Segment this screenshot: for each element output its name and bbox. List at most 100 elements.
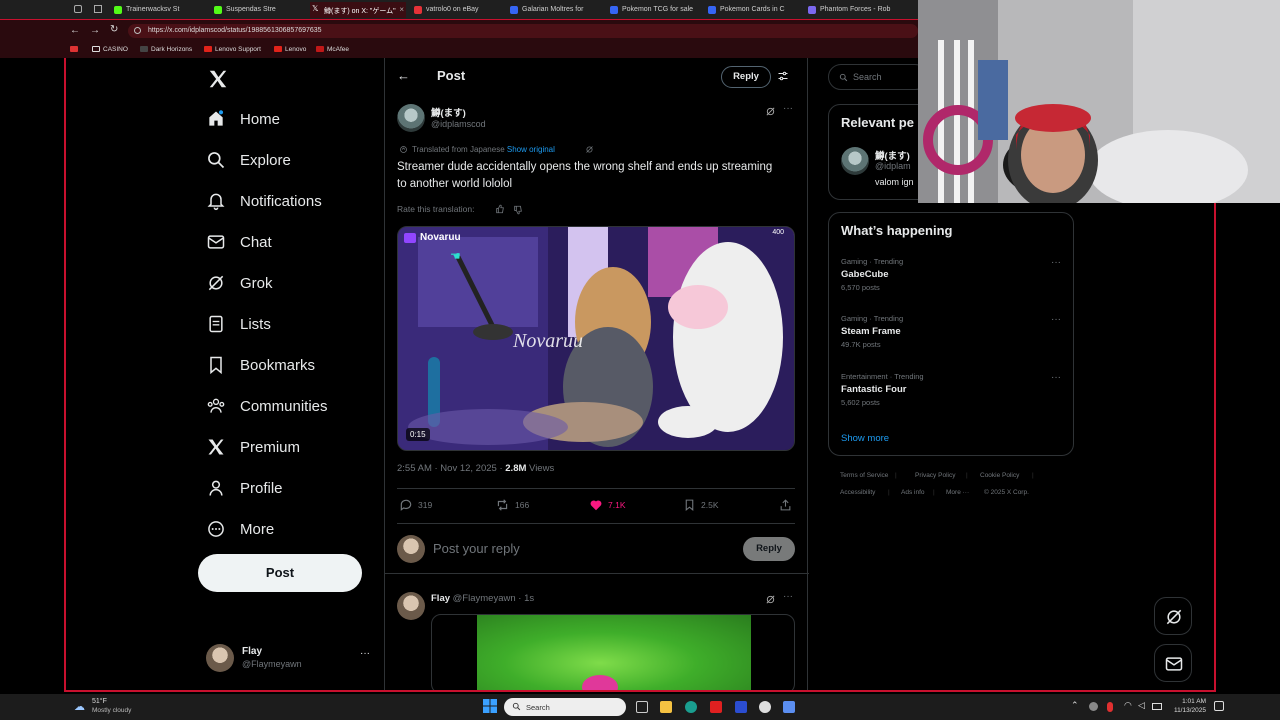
site-info-icon[interactable] — [134, 27, 141, 34]
footer-link[interactable]: Accessibility — [840, 489, 875, 496]
more-dots-icon[interactable]: ··· — [360, 648, 370, 659]
reply-header-button[interactable]: Reply — [721, 66, 771, 88]
trend-item[interactable]: Entertainment · Trending Fantastic Four … — [841, 372, 1067, 407]
reply-avatar[interactable] — [397, 592, 425, 620]
nav-premium[interactable]: Premium — [206, 430, 300, 464]
author-name[interactable]: 鱒(ます) — [431, 105, 466, 119]
more-dots-icon[interactable]: ··· — [1051, 372, 1061, 383]
nav-chat[interactable]: Chat — [206, 225, 272, 259]
thumbs-down-icon[interactable] — [513, 205, 523, 215]
youtube-icon[interactable] — [710, 701, 722, 713]
back-arrow-icon[interactable]: ← — [397, 68, 410, 83]
more-dots-icon[interactable]: ··· — [783, 591, 793, 602]
workspaces-icon[interactable] — [74, 5, 82, 13]
tab-0[interactable]: Trainerwacksv St — [112, 2, 194, 18]
reply-submit-button[interactable]: Reply — [743, 537, 795, 561]
tab-3[interactable]: vatrolo0 on eBay — [412, 2, 502, 18]
bookmark-icon[interactable] — [70, 46, 78, 52]
tab-4[interactable]: Galarian Moltres for — [508, 2, 602, 18]
grok-icon[interactable] — [765, 594, 776, 605]
account-switcher[interactable]: Flay @Flaymeyawn ··· — [206, 642, 376, 676]
close-icon[interactable]: × — [399, 5, 404, 14]
nav-bookmarks[interactable]: Bookmarks — [206, 348, 315, 382]
bookmark-mcafee[interactable]: McAfee — [316, 46, 349, 53]
weather-desc[interactable]: Mostly cloudy — [92, 707, 131, 714]
grok-icon[interactable] — [765, 106, 776, 117]
chevron-up-icon[interactable]: ⌃ — [1071, 700, 1079, 711]
post-time[interactable]: 2:55 AM · Nov 12, 2025 — [397, 463, 497, 474]
notification-icon[interactable] — [1214, 701, 1224, 711]
volume-icon[interactable]: ◁ — [1138, 700, 1145, 711]
bookmark-action[interactable]: 2.5K — [683, 498, 719, 512]
tab-1[interactable]: Suspendas Stre — [212, 2, 296, 18]
reload-icon[interactable]: ↻ — [110, 24, 118, 35]
clock-time[interactable]: 1:01 AM — [1174, 698, 1206, 705]
clock-date[interactable]: 11/13/2025 — [1170, 707, 1206, 714]
footer-link[interactable]: Ads info — [901, 489, 925, 496]
relevant-avatar[interactable] — [841, 147, 869, 175]
messages-floating-button[interactable] — [1154, 644, 1192, 682]
more-dots-icon[interactable]: ··· — [1051, 314, 1061, 325]
tab-7[interactable]: Phantom Forces - Rob — [806, 2, 902, 18]
bookmark-dark-horizons[interactable]: Dark Horizons — [140, 46, 192, 53]
grok-floating-button[interactable] — [1154, 597, 1192, 635]
battery-icon[interactable] — [1152, 703, 1162, 710]
app-icon[interactable] — [783, 701, 795, 713]
footer-link[interactable]: Privacy Policy — [915, 472, 955, 479]
reply-action[interactable]: 319 — [399, 498, 432, 512]
footer-link[interactable]: Terms of Service — [840, 472, 888, 479]
like-action[interactable]: 7.1K — [589, 498, 626, 512]
relevant-handle[interactable]: @idplam — [875, 161, 911, 171]
share-icon[interactable] — [779, 498, 792, 512]
thumbs-up-icon[interactable] — [495, 204, 505, 214]
author-handle[interactable]: @idplamscod — [431, 119, 486, 129]
forward-arrow-icon[interactable]: → — [90, 25, 100, 36]
nav-lists[interactable]: Lists — [206, 307, 271, 341]
relevant-name[interactable]: 鱒(ます) — [875, 148, 910, 162]
tab-5[interactable]: Pokemon TCG for sale — [608, 2, 700, 18]
show-original-link[interactable]: Show original — [507, 145, 555, 154]
tab-2-active[interactable]: 𝕏 鱒(ます) on X: "ゲーム" × — [310, 2, 406, 18]
reply-media[interactable] — [431, 614, 795, 690]
reply-author-handle[interactable]: @Flaymeyawn — [453, 593, 516, 604]
nav-more[interactable]: More — [206, 512, 274, 546]
taskbar-search[interactable]: Search — [504, 698, 626, 716]
x-logo-icon[interactable] — [207, 68, 229, 90]
tab-6[interactable]: Pokemon Cards in C — [706, 2, 800, 18]
footer-link[interactable]: Cookie Policy — [980, 472, 1019, 479]
tray-icon[interactable] — [1089, 702, 1098, 711]
start-button[interactable] — [483, 699, 497, 713]
more-dots-icon[interactable]: ··· — [783, 103, 793, 114]
more-dots-icon[interactable]: ··· — [1051, 257, 1061, 268]
author-avatar[interactable] — [397, 104, 425, 132]
microphone-icon[interactable] — [1107, 702, 1113, 712]
edge-icon[interactable] — [685, 701, 697, 713]
show-more-link[interactable]: Show more — [841, 433, 889, 444]
trend-item[interactable]: Gaming · Trending GabeCube 6,570 posts ·… — [841, 257, 1067, 292]
sliders-icon[interactable] — [777, 70, 789, 82]
repost-action[interactable]: 166 — [495, 498, 529, 512]
weather-temp[interactable]: 51°F — [92, 698, 107, 705]
lenovo-app-icon[interactable] — [735, 701, 747, 713]
post-button[interactable]: Post — [198, 554, 362, 592]
url-field[interactable]: https://x.com/idplamscod/status/19885613… — [128, 24, 918, 38]
reply-input[interactable]: Post your reply — [433, 541, 520, 556]
wifi-icon[interactable]: ◠ — [1124, 700, 1132, 711]
chrome-icon[interactable] — [759, 701, 771, 713]
bookmark-lenovo-support[interactable]: Lenovo Support — [204, 46, 261, 53]
nav-communities[interactable]: Communities — [206, 389, 328, 423]
trend-item[interactable]: Gaming · Trending Steam Frame 49.7K post… — [841, 314, 1067, 349]
bookmark-casino[interactable]: CASINO — [92, 46, 128, 53]
back-arrow-icon[interactable]: ← — [70, 25, 80, 36]
file-explorer-icon[interactable] — [660, 701, 672, 713]
task-view-icon[interactable] — [636, 701, 648, 713]
nav-explore[interactable]: Explore — [206, 143, 291, 177]
bookmark-lenovo[interactable]: Lenovo — [274, 46, 306, 53]
nav-grok[interactable]: Grok — [206, 266, 273, 300]
nav-home[interactable]: Home — [206, 102, 280, 136]
nav-notifications[interactable]: Notifications — [206, 184, 322, 218]
video-player[interactable]: Novaruu Novaruu 400 0:15 ☚ — [397, 226, 795, 451]
grok-icon[interactable] — [585, 145, 594, 154]
nav-profile[interactable]: Profile — [206, 471, 283, 505]
reply-author-name[interactable]: Flay — [431, 593, 450, 604]
